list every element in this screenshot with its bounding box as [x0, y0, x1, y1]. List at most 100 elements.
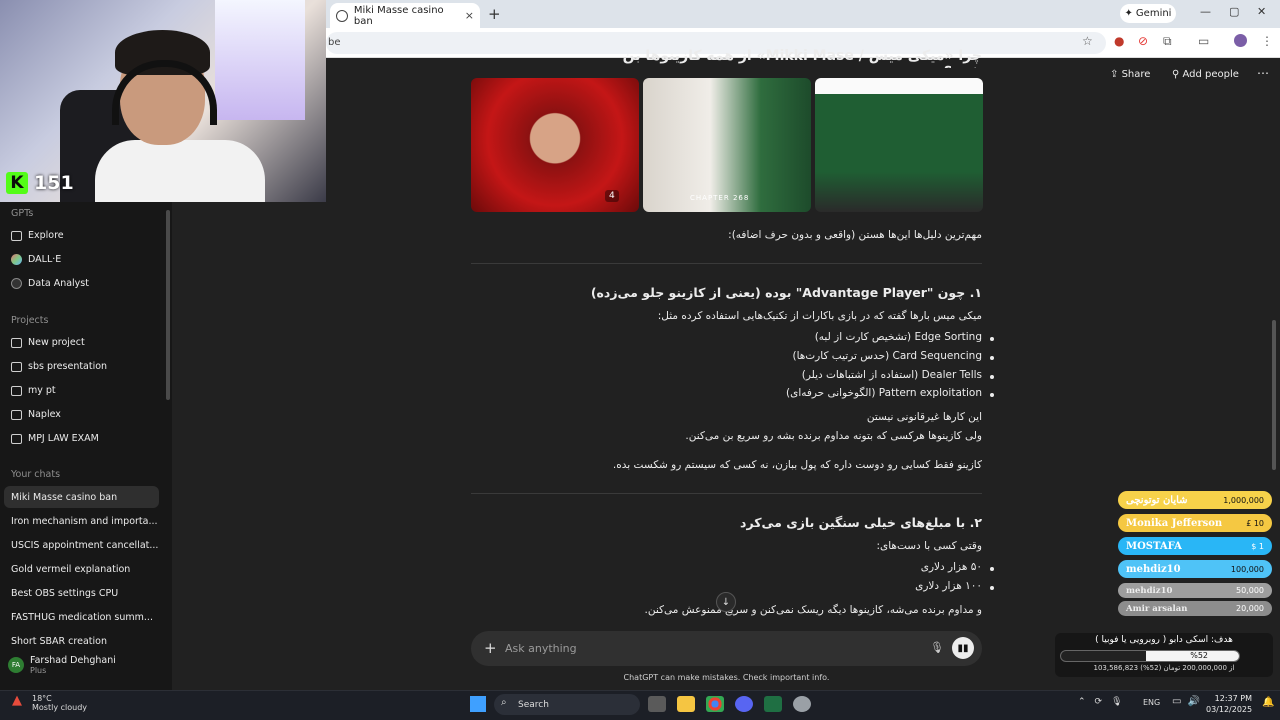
attach-plus-icon[interactable]: +: [484, 639, 497, 657]
adblock-extension-icon[interactable]: ⊘: [1138, 34, 1148, 48]
sidebar-item-project[interactable]: sbs presentation: [11, 361, 107, 372]
clock-time: 12:37 PM: [1214, 694, 1252, 703]
gemini-button[interactable]: ✦ Gemini: [1120, 4, 1176, 23]
sidebar-item-new-project[interactable]: New project: [11, 337, 85, 348]
bullet-dot: [990, 586, 994, 590]
donor-name: شایان توتونچی: [1126, 494, 1188, 506]
network-volume-icon[interactable]: ▭🔊: [1172, 696, 1206, 707]
settings-gear-icon[interactable]: [793, 696, 811, 712]
streamer-shirt: [95, 140, 265, 202]
donation-amount: 100,000: [1230, 564, 1264, 574]
bullet-dot: [990, 567, 994, 571]
add-people-label: Add people: [1182, 69, 1239, 80]
donation-amount: $ 1: [1251, 541, 1264, 551]
discord-icon[interactable]: [735, 696, 753, 712]
taskbar-search[interactable]: Search: [494, 694, 640, 715]
divider: [471, 493, 982, 494]
bullet-dot: [990, 356, 994, 360]
close-window-button[interactable]: ✕: [1257, 5, 1266, 18]
profile-avatar[interactable]: [1234, 34, 1247, 47]
sidebar-item-label: DALL·E: [28, 254, 62, 265]
folder-icon: [11, 409, 22, 420]
windows-start-icon[interactable]: [470, 696, 486, 712]
user-plan: Plus: [30, 666, 47, 675]
chat-item[interactable]: Best OBS settings CPU: [11, 588, 118, 599]
share-label: Share: [1121, 69, 1151, 80]
sidebar-item-project[interactable]: Naplex: [11, 409, 61, 420]
sidebar-item-label: sbs presentation: [28, 361, 108, 372]
extension-icon[interactable]: ●: [1114, 34, 1124, 48]
intro-text: مهم‌ترین دلیل‌ها این‌ها هستن (واقعی و بد…: [728, 229, 982, 241]
donation-row: MOSTAFA $ 1: [1118, 537, 1272, 555]
image-thumbnail[interactable]: [643, 78, 811, 212]
add-people-button[interactable]: ⚲ Add people: [1172, 69, 1239, 80]
donation-amount: 1,000,000: [1223, 495, 1264, 505]
donor-name: MOSTAFA: [1126, 540, 1182, 552]
microphone-icon[interactable]: 🎙: [930, 641, 944, 654]
chat-item[interactable]: Short SBAR creation: [11, 636, 107, 647]
language-indicator[interactable]: ENG: [1143, 698, 1160, 707]
user-name: Farshad Dehghani: [30, 655, 116, 666]
chrome-icon[interactable]: [706, 696, 724, 712]
new-folder-icon: [11, 337, 22, 348]
sidebar-item-label: New project: [28, 337, 85, 348]
gpts-heading: GPTs: [11, 208, 34, 219]
data-analyst-icon: [11, 278, 22, 289]
paragraph: ولی کازینوها هرکسی که بتونه مداوم برنده …: [685, 430, 982, 442]
file-explorer-icon[interactable]: [677, 696, 695, 712]
user-profile[interactable]: FA Farshad Dehghani Plus: [8, 655, 116, 675]
donation-amount: 50,000: [1236, 586, 1264, 595]
maximize-button[interactable]: ▢: [1229, 5, 1239, 18]
sidebar-scrollbar[interactable]: [166, 210, 170, 400]
bullet-item: ۵۰ هزار دلاری: [920, 561, 982, 573]
new-tab-button[interactable]: +: [488, 5, 501, 23]
goal-percent: %52: [1190, 651, 1208, 660]
voice-mode-button[interactable]: ▮▮: [952, 637, 974, 659]
sidebar-item-project[interactable]: MPJ LAW EXAM: [11, 433, 99, 444]
task-view-icon[interactable]: [648, 696, 666, 712]
sidebar-panel-icon[interactable]: ▭: [1198, 34, 1209, 48]
bullet-item: Dealer Tells (استفاده از اشتباهات دیلر): [801, 369, 982, 381]
donation-row: شایان توتونچی 1,000,000: [1118, 491, 1272, 509]
clock-date: 03/12/2025: [1206, 705, 1253, 714]
prompt-input[interactable]: Ask anything: [505, 642, 577, 655]
section-heading: ۱. چون "Advantage Player" بوده (یعنی از …: [590, 285, 982, 300]
chat-item[interactable]: FASTHUG medication summ...: [11, 612, 153, 623]
bullet-item: ۱۰۰ هزار دلاری: [915, 580, 982, 592]
paragraph: کازینو فقط کسایی رو دوست داره که پول ببا…: [612, 459, 982, 471]
system-clock[interactable]: 12:37 PM 03/12/2025: [1206, 693, 1252, 715]
extensions-puzzle-icon[interactable]: ⧉: [1163, 34, 1172, 49]
scroll-down-button[interactable]: ↓: [716, 592, 736, 612]
bookmark-star-icon[interactable]: ☆: [1082, 34, 1093, 48]
bullet-dot: [990, 375, 994, 379]
system-tray-icons[interactable]: ⌃⟳🎙: [1078, 697, 1132, 707]
chat-item[interactable]: USCIS appointment cancellat...: [11, 540, 158, 551]
sidebar-item-dalle[interactable]: DALL·E: [11, 254, 61, 265]
sidebar-item-project[interactable]: my pt: [11, 385, 56, 396]
share-button[interactable]: ⇪ Share: [1110, 69, 1150, 80]
donation-row: Monika Jefferson £ 10: [1118, 514, 1272, 532]
image-thumbnail[interactable]: [815, 78, 983, 212]
arrow-down-icon: ↓: [721, 596, 731, 608]
excel-icon[interactable]: [764, 696, 782, 712]
minimize-button[interactable]: —: [1200, 5, 1211, 18]
browser-menu-icon[interactable]: ⋮: [1261, 34, 1273, 48]
sidebar-item-label: Explore: [28, 230, 64, 241]
tab-close-icon[interactable]: ×: [465, 9, 474, 22]
waveform-icon: ▮▮: [957, 642, 969, 654]
sidebar-item-data-analyst[interactable]: Data Analyst: [11, 278, 89, 289]
chat-item[interactable]: Iron mechanism and importa...: [11, 516, 158, 527]
more-options-icon[interactable]: ⋯: [1257, 66, 1269, 80]
chat-item[interactable]: Miki Masse casino ban: [11, 492, 117, 503]
bullet-item: Card Sequencing (حدس ترتیب کارت‌ها): [792, 350, 982, 362]
donor-name: Amir arsalan: [1126, 603, 1188, 614]
sidebar-item-explore[interactable]: Explore: [11, 230, 64, 241]
search-icon: ⌕: [501, 697, 507, 708]
notifications-icon[interactable]: 🔔: [1262, 697, 1274, 708]
browser-tab-active[interactable]: Miki Masse casino ban ×: [330, 3, 480, 28]
sidebar-item-label: Data Analyst: [28, 278, 89, 289]
donor-name: Monika Jefferson: [1126, 517, 1223, 529]
chat-item[interactable]: Gold vermeil explanation: [11, 564, 130, 575]
dalle-icon: [11, 254, 22, 265]
main-scrollbar[interactable]: [1272, 320, 1276, 470]
